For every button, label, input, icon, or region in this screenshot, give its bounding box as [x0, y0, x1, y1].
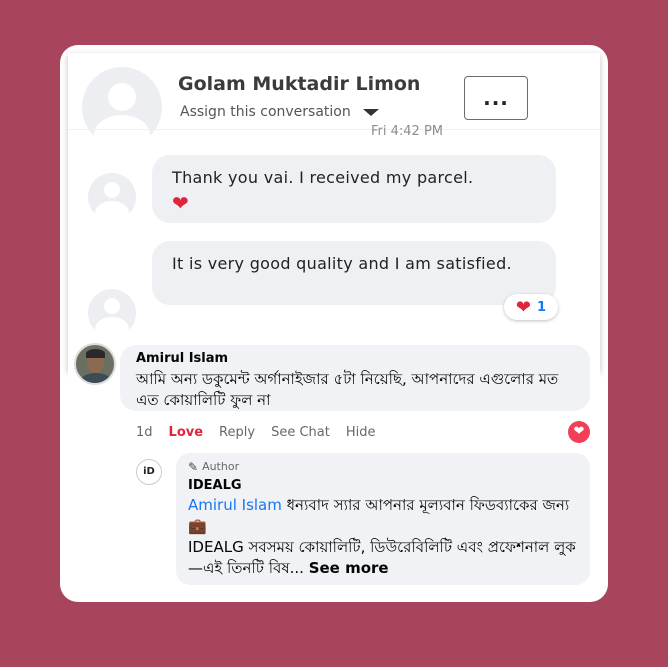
header-divider [68, 129, 600, 130]
mention-link[interactable]: Amirul Islam [188, 496, 282, 514]
pencil-icon: ✎ [188, 460, 199, 474]
reply-text: Amirul Islam ধন্যবাদ স্যার আপনার মূল্যবা… [188, 495, 578, 537]
reaction-count: 1 [537, 299, 547, 315]
commenter-avatar[interactable] [74, 343, 116, 385]
comment-text: আমি অন্য ডকুমেন্ট অর্গানাইজার ৫টা নিয়েছ… [136, 370, 559, 409]
reply-bubble: ✎ Author IDEALG Amirul Islam ধন্যবাদ স্য… [176, 453, 590, 585]
messenger-conversation: Golam Muktadir Limon Assign this convers… [68, 53, 600, 371]
reply-text-continued: IDEALG সবসময় কোয়ালিটি, ডিউরেবিলিটি এবং… [188, 537, 578, 579]
see-more-link[interactable]: See more [309, 559, 389, 577]
author-tag: ✎ Author [188, 459, 578, 475]
comment-bubble: Amirul Islam আমি অন্য ডকুমেন্ট অর্গানাইজ… [120, 345, 590, 411]
message-reaction[interactable]: ❤ 1 [504, 294, 558, 320]
message-timestamp: Fri 4:42 PM [371, 124, 444, 139]
reply-text-part-1: ধন্যবাদ স্যার আপনার মূল্যবান ফিডব্যাকের … [281, 496, 570, 514]
commenter-name[interactable]: Amirul Islam [136, 351, 574, 367]
facebook-comment-thread: Amirul Islam আমি অন্য ডকুমেন্ট অর্গানাইজ… [68, 337, 600, 595]
love-reaction-icon[interactable]: ❤ [568, 421, 590, 443]
message-bubble[interactable]: It is very good quality and I am satisfi… [152, 241, 556, 305]
page-name[interactable]: IDEALG [188, 477, 578, 495]
author-tag-label: Author [202, 460, 240, 473]
sender-avatar [88, 289, 136, 337]
love-button[interactable]: Love [169, 425, 204, 440]
caret-down-icon [362, 108, 379, 116]
sender-avatar [88, 173, 136, 221]
contact-avatar[interactable] [82, 67, 162, 147]
heart-emoji: ❤ [172, 191, 190, 215]
reply-button[interactable]: Reply [219, 425, 255, 440]
more-options-button[interactable]: ... [464, 76, 528, 120]
message-text: Thank you vai. I received my parcel. [172, 168, 474, 187]
page-avatar[interactable]: iD [136, 459, 162, 485]
assign-label: Assign this conversation [180, 104, 351, 120]
contact-name[interactable]: Golam Muktadir Limon [178, 73, 420, 95]
assign-conversation-dropdown[interactable]: Assign this conversation [180, 104, 379, 120]
message-text: It is very good quality and I am satisfi… [172, 254, 512, 273]
see-chat-button[interactable]: See Chat [271, 425, 330, 440]
screenshot-card: Golam Muktadir Limon Assign this convers… [60, 45, 608, 602]
comment-time[interactable]: 1d [136, 425, 153, 440]
heart-icon: ❤ [515, 296, 532, 318]
comment-actions: 1d Love Reply See Chat Hide [136, 425, 375, 440]
briefcase-icon: 💼 [188, 517, 207, 535]
message-bubble[interactable]: Thank you vai. I received my parcel. ❤ [152, 155, 556, 223]
hide-button[interactable]: Hide [346, 425, 376, 440]
